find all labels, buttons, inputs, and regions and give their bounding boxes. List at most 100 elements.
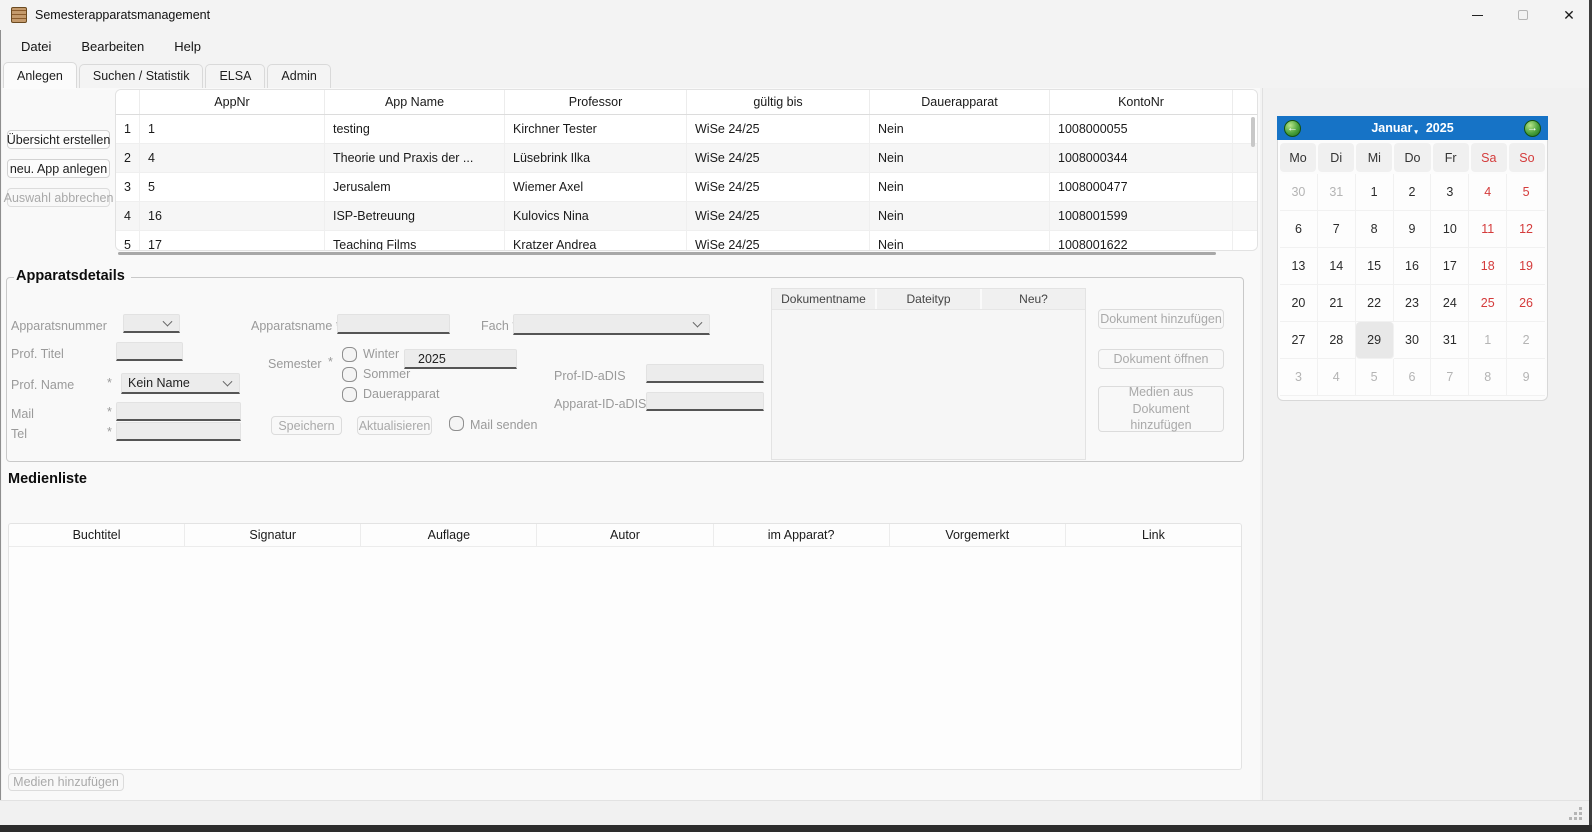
media-column-header-im-apparat[interactable]: im Apparat? <box>714 524 890 546</box>
calendar-day[interactable]: 29 <box>1356 322 1394 359</box>
prof-titel-input[interactable] <box>116 342 183 361</box>
close-icon[interactable]: ✕ <box>1546 0 1592 30</box>
calendar-day[interactable]: 1 <box>1469 322 1507 359</box>
calendar-day[interactable]: 11 <box>1469 211 1507 248</box>
calendar-day[interactable]: 17 <box>1431 248 1469 285</box>
calendar-day[interactable]: 5 <box>1356 359 1394 396</box>
neu-app-anlegen-button[interactable]: neu. App anlegen <box>7 159 110 178</box>
tab-anlegen[interactable]: Anlegen <box>3 62 77 88</box>
apps-table-vertical-scrollbar[interactable] <box>1251 117 1255 147</box>
doc-column-header-dokumentname[interactable]: Dokumentname <box>772 289 877 309</box>
table-row[interactable]: 35JerusalemWiemer AxelWiSe 24/25Nein1008… <box>116 173 1257 202</box>
medien-hinzufuegen-button[interactable]: Medien hinzufügen <box>8 773 124 791</box>
calendar-day[interactable]: 1 <box>1356 174 1394 211</box>
media-column-header-link[interactable]: Link <box>1066 524 1241 546</box>
calendar-day[interactable]: 12 <box>1507 211 1545 248</box>
calendar-prev-month-icon[interactable]: ← <box>1284 120 1301 137</box>
calendar-day[interactable]: 14 <box>1318 248 1356 285</box>
tab-admin[interactable]: Admin <box>267 64 330 88</box>
tab-suchen-statistik[interactable]: Suchen / Statistik <box>79 64 204 88</box>
column-header-professor[interactable]: Professor <box>505 90 687 114</box>
calendar-day[interactable]: 19 <box>1507 248 1545 285</box>
calendar-day[interactable]: 10 <box>1431 211 1469 248</box>
column-header-appnr[interactable]: AppNr <box>140 90 325 114</box>
medien-aus-dokument-hinzufuegen-button[interactable]: Medien aus Dokument hinzufügen <box>1098 386 1224 432</box>
uebersicht-erstellen-button[interactable]: Übersicht erstellen <box>7 130 110 149</box>
tel-input[interactable] <box>116 422 241 441</box>
tab-elsa[interactable]: ELSA <box>205 64 265 88</box>
media-column-header-autor[interactable]: Autor <box>537 524 713 546</box>
table-row[interactable]: 11testingKirchner TesterWiSe 24/25Nein10… <box>116 115 1257 144</box>
table-row[interactable]: 24Theorie und Praxis der ...Lüsebrink Il… <box>116 144 1257 173</box>
calendar-day[interactable]: 20 <box>1280 285 1318 322</box>
calendar-day[interactable]: 6 <box>1280 211 1318 248</box>
calendar-day[interactable]: 3 <box>1431 174 1469 211</box>
table-row[interactable]: 517Teaching FilmsKratzer AndreaWiSe 24/2… <box>116 231 1257 251</box>
calendar-day[interactable]: 25 <box>1469 285 1507 322</box>
media-column-header-buchtitel[interactable]: Buchtitel <box>9 524 185 546</box>
calendar-day[interactable]: 4 <box>1318 359 1356 396</box>
dokument-hinzufuegen-button[interactable]: Dokument hinzufügen <box>1098 309 1224 329</box>
apparatsnummer-select[interactable] <box>123 314 180 333</box>
dauerapparat-radio[interactable] <box>342 387 357 402</box>
column-header-kontonr[interactable]: KontoNr <box>1050 90 1233 114</box>
menu-item-bearbeiten[interactable]: Bearbeiten <box>66 34 159 59</box>
calendar-day[interactable]: 9 <box>1394 211 1432 248</box>
calendar-day[interactable]: 16 <box>1394 248 1432 285</box>
column-header-dauerapparat[interactable]: Dauerapparat <box>870 90 1050 114</box>
calendar-day[interactable]: 4 <box>1469 174 1507 211</box>
calendar-day[interactable]: 6 <box>1394 359 1432 396</box>
calendar-day[interactable]: 23 <box>1394 285 1432 322</box>
menu-item-datei[interactable]: Datei <box>6 34 66 59</box>
fach-select[interactable] <box>513 314 710 335</box>
calendar-day[interactable]: 31 <box>1431 322 1469 359</box>
minimize-icon[interactable] <box>1454 0 1500 30</box>
winter-radio[interactable] <box>342 347 357 362</box>
doc-column-header-dateityp[interactable]: Dateityp <box>877 289 982 309</box>
calendar-day[interactable]: 9 <box>1507 359 1545 396</box>
table-row[interactable]: 416ISP-BetreuungKulovics NinaWiSe 24/25N… <box>116 202 1257 231</box>
calendar-day[interactable]: 28 <box>1318 322 1356 359</box>
prof-id-adis-input[interactable] <box>646 364 764 383</box>
calendar-day[interactable]: 27 <box>1280 322 1318 359</box>
speichern-button[interactable]: Speichern <box>271 416 342 435</box>
maximize-icon[interactable] <box>1500 0 1546 30</box>
calendar-day[interactable]: 8 <box>1469 359 1507 396</box>
dokument-oeffnen-button[interactable]: Dokument öffnen <box>1098 349 1224 369</box>
mail-senden-checkbox[interactable] <box>449 416 464 431</box>
calendar-day[interactable]: 18 <box>1469 248 1507 285</box>
calendar-day[interactable]: 7 <box>1318 211 1356 248</box>
auswahl-abbrechen-button[interactable]: Auswahl abbrechen <box>7 188 110 207</box>
apparat-id-adis-input[interactable] <box>646 392 764 411</box>
calendar-day[interactable]: 8 <box>1356 211 1394 248</box>
aktualisieren-button[interactable]: Aktualisieren <box>357 416 432 435</box>
prof-name-select[interactable]: Kein Name <box>121 373 240 394</box>
semester-year-input[interactable]: 2025 <box>404 349 517 369</box>
mail-input[interactable] <box>116 402 241 421</box>
calendar-day[interactable]: 24 <box>1431 285 1469 322</box>
calendar-day[interactable]: 5 <box>1507 174 1545 211</box>
media-column-header-signatur[interactable]: Signatur <box>185 524 361 546</box>
calendar-day[interactable]: 15 <box>1356 248 1394 285</box>
calendar-day[interactable]: 26 <box>1507 285 1545 322</box>
calendar-day[interactable]: 22 <box>1356 285 1394 322</box>
apparatsname-input[interactable] <box>337 314 450 334</box>
media-column-header-vorgemerkt[interactable]: Vorgemerkt <box>890 524 1066 546</box>
sommer-radio[interactable] <box>342 367 357 382</box>
calendar-day[interactable]: 3 <box>1280 359 1318 396</box>
calendar-day[interactable]: 21 <box>1318 285 1356 322</box>
resize-grip[interactable] <box>1569 807 1582 820</box>
menu-item-help[interactable]: Help <box>159 34 216 59</box>
calendar-day[interactable]: 13 <box>1280 248 1318 285</box>
column-header-gueltig-bis[interactable]: gültig bis <box>687 90 870 114</box>
calendar-day[interactable]: 31 <box>1318 174 1356 211</box>
calendar-day[interactable]: 30 <box>1280 174 1318 211</box>
calendar-day[interactable]: 2 <box>1507 322 1545 359</box>
apps-table-horizontal-scrollbar[interactable] <box>118 252 1216 255</box>
calendar-day[interactable]: 7 <box>1431 359 1469 396</box>
column-header-app-name[interactable]: App Name <box>325 90 505 114</box>
calendar-day[interactable]: 2 <box>1394 174 1432 211</box>
calendar-next-month-icon[interactable]: → <box>1524 120 1541 137</box>
media-column-header-auflage[interactable]: Auflage <box>361 524 537 546</box>
calendar-day[interactable]: 30 <box>1394 322 1432 359</box>
